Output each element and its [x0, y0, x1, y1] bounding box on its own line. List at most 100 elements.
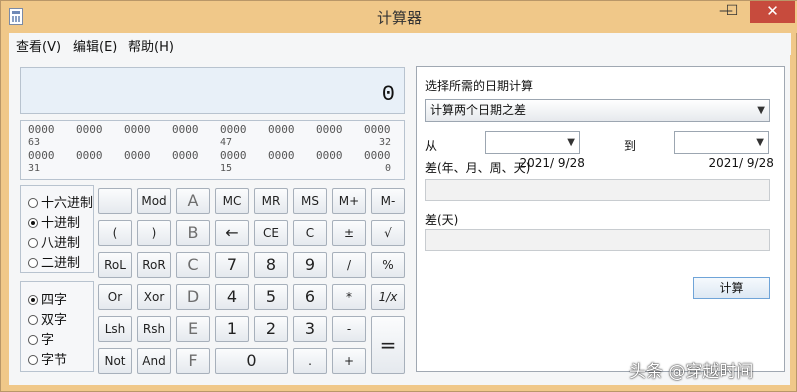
radio-bin[interactable]: 二进制	[28, 252, 80, 271]
radio-dot-selected	[28, 295, 38, 305]
plus-key[interactable]: +	[332, 348, 366, 374]
plus-minus-key[interactable]: ±	[332, 220, 366, 246]
radio-dword[interactable]: 双字	[28, 309, 67, 328]
bit-index: 63	[28, 137, 41, 148]
bit-group: 0000	[220, 123, 247, 136]
rsh-key[interactable]: Rsh	[137, 316, 171, 342]
mc-key[interactable]: MC	[215, 188, 249, 214]
multiply-key[interactable]: *	[332, 284, 366, 310]
watermark: 头条 @穿越时间	[629, 362, 754, 382]
base-radio-group: 十六进制 十进制 八进制 二进制	[20, 185, 94, 273]
to-date-picker[interactable]: 2021/ 9/28 ▼	[674, 131, 774, 170]
date-calculation-panel: 选择所需的日期计算 计算两个日期之差 ▼ 从 2021/ 9/28 ▼ 到 20…	[416, 66, 785, 372]
digit-1-key[interactable]: 1	[215, 316, 249, 342]
hex-c-key[interactable]: C	[176, 252, 210, 278]
digit-3-key[interactable]: 3	[293, 316, 327, 342]
divide-key[interactable]: /	[332, 252, 366, 278]
digit-2-key[interactable]: 2	[254, 316, 288, 342]
ms-key[interactable]: MS	[293, 188, 327, 214]
diff-days-field	[425, 229, 770, 251]
bit-group: 0000	[28, 149, 55, 162]
display-value: 0	[381, 82, 395, 107]
bit-group: 0000	[172, 123, 199, 136]
menu-edit[interactable]: 编辑(E)	[73, 36, 117, 55]
mr-key[interactable]: MR	[254, 188, 288, 214]
radio-byte[interactable]: 字节	[28, 349, 67, 368]
diff-ymwd-field	[425, 179, 770, 201]
diff-days-label: 差(天)	[425, 213, 459, 227]
digit-6-key[interactable]: 6	[293, 284, 327, 310]
bit-group: 0000	[316, 149, 343, 162]
radio-dot-selected	[28, 218, 38, 228]
calculator-window: 计算器 — ☐ ✕ 查看(V) 编辑(E) 帮助(H) 0 0000 0000 …	[0, 0, 797, 392]
rol-key[interactable]: RoL	[98, 252, 132, 278]
equals-key[interactable]: =	[371, 316, 405, 374]
chevron-down-icon: ▼	[567, 137, 575, 148]
hex-e-key[interactable]: E	[176, 316, 210, 342]
decimal-key[interactable]: .	[293, 348, 327, 374]
maximize-button[interactable]: ☐	[717, 1, 747, 23]
sqrt-key[interactable]: √	[371, 220, 405, 246]
hex-b-key[interactable]: B	[176, 220, 210, 246]
radio-qword[interactable]: 四字	[28, 289, 67, 308]
bit-index: 32	[379, 137, 392, 148]
hex-a-key[interactable]: A	[176, 188, 210, 214]
date-panel-heading: 选择所需的日期计算	[425, 79, 534, 93]
ror-key[interactable]: RoR	[137, 252, 171, 278]
bit-group: 0000	[124, 149, 151, 162]
radio-dot	[28, 198, 38, 208]
radio-dot	[28, 315, 38, 325]
menu-help[interactable]: 帮助(H)	[128, 36, 174, 55]
hex-d-key[interactable]: D	[176, 284, 210, 310]
bit-group: 0000	[268, 149, 295, 162]
close-button[interactable]: ✕	[750, 1, 795, 23]
backspace-key[interactable]: ←	[215, 220, 249, 246]
bit-group: 0000	[316, 123, 343, 136]
radio-dot	[28, 335, 38, 345]
or-key[interactable]: Or	[98, 284, 132, 310]
minus-key[interactable]: -	[332, 316, 366, 342]
from-date-picker[interactable]: 2021/ 9/28 ▼	[485, 131, 585, 170]
ce-key[interactable]: CE	[254, 220, 288, 246]
c-clear-key[interactable]: C	[293, 220, 327, 246]
not-key[interactable]: Not	[98, 348, 132, 374]
and-key[interactable]: And	[137, 348, 171, 374]
title-bar[interactable]: 计算器 — ☐ ✕	[1, 1, 797, 33]
date-mode-select[interactable]: 计算两个日期之差 ▼	[425, 99, 770, 122]
menu-bar: 查看(V) 编辑(E) 帮助(H)	[9, 33, 791, 55]
hex-f-key[interactable]: F	[176, 348, 210, 374]
reciprocal-key[interactable]: 1/x	[371, 284, 405, 310]
bit-group: 0000	[364, 149, 391, 162]
bit-group: 0000	[364, 123, 391, 136]
word-radio-group: 四字 双字 字 字节	[20, 281, 94, 372]
bit-index: 15	[220, 163, 233, 174]
lsh-key[interactable]: Lsh	[98, 316, 132, 342]
percent-key[interactable]: %	[371, 252, 405, 278]
digit-9-key[interactable]: 9	[293, 252, 327, 278]
radio-hex[interactable]: 十六进制	[28, 192, 93, 211]
close-paren-key[interactable]: )	[137, 220, 171, 246]
digit-4-key[interactable]: 4	[215, 284, 249, 310]
digit-8-key[interactable]: 8	[254, 252, 288, 278]
xor-key[interactable]: Xor	[137, 284, 171, 310]
chevron-down-icon: ▼	[756, 137, 764, 148]
radio-dot	[28, 258, 38, 268]
radio-dec[interactable]: 十进制	[28, 212, 80, 231]
bit-group: 0000	[268, 123, 295, 136]
calculate-button[interactable]: 计算	[693, 277, 770, 299]
m-plus-key[interactable]: M+	[332, 188, 366, 214]
radio-word[interactable]: 字	[28, 329, 54, 348]
calculator-body: 0 0000 0000 0000 0000 0000 0000 0000 000…	[9, 55, 790, 385]
digit-5-key[interactable]: 5	[254, 284, 288, 310]
diff-ymwd-label: 差(年、月、周、天)	[425, 161, 531, 175]
chevron-down-icon: ▼	[757, 105, 765, 116]
mod-key[interactable]: Mod	[137, 188, 171, 214]
from-label: 从	[425, 139, 438, 153]
radio-oct[interactable]: 八进制	[28, 232, 80, 251]
blank-key[interactable]	[98, 188, 132, 214]
digit-7-key[interactable]: 7	[215, 252, 249, 278]
menu-view[interactable]: 查看(V)	[16, 36, 61, 55]
m-minus-key[interactable]: M-	[371, 188, 405, 214]
digit-0-key[interactable]: 0	[215, 348, 288, 374]
open-paren-key[interactable]: (	[98, 220, 132, 246]
